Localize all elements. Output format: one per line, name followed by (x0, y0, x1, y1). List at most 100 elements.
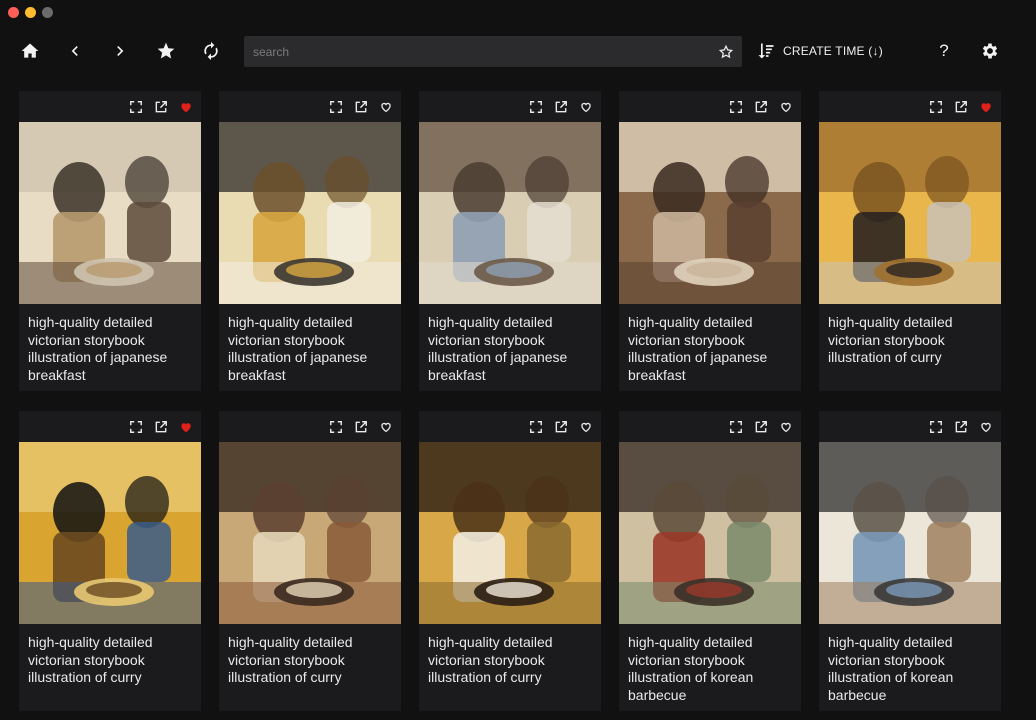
heart-icon (981, 103, 991, 113)
toolbar: CREATE TIME (↓) ? (0, 34, 1036, 70)
open-external-button[interactable] (753, 419, 769, 435)
save-search-button[interactable] (716, 42, 736, 62)
favorites-button[interactable] (150, 34, 182, 68)
heart-icon (781, 422, 791, 433)
image-caption: high-quality detailed victorian storyboo… (628, 634, 754, 703)
card-actions (619, 91, 801, 122)
favorite-button[interactable] (778, 419, 794, 435)
fullscreen-button[interactable] (328, 419, 344, 435)
window-titlebar (0, 0, 1036, 24)
generated-image[interactable] (419, 442, 601, 624)
open-external-button[interactable] (953, 419, 969, 435)
generated-image[interactable] (419, 122, 601, 304)
star-icon (157, 42, 175, 59)
favorite-button[interactable] (578, 99, 594, 115)
favorite-button[interactable] (178, 99, 194, 115)
fullscreen-button[interactable] (728, 99, 744, 115)
heart-icon (981, 422, 991, 433)
open-external-icon (355, 101, 367, 113)
open-external-button[interactable] (153, 99, 169, 115)
back-button[interactable] (59, 34, 91, 68)
gear-icon (982, 43, 998, 59)
refresh-button[interactable] (195, 34, 227, 68)
fullscreen-icon (930, 101, 942, 113)
image-card[interactable]: high-quality detailed victorian storyboo… (819, 91, 1001, 391)
card-actions (819, 91, 1001, 122)
generated-image[interactable] (619, 122, 801, 304)
fullscreen-icon (130, 421, 142, 433)
favorite-button[interactable] (378, 419, 394, 435)
help-button[interactable]: ? (930, 34, 958, 68)
heart-icon (181, 423, 191, 433)
illustration-thumbnail (619, 122, 801, 304)
card-actions (219, 91, 401, 122)
heart-icon (781, 102, 791, 113)
open-external-icon (955, 101, 967, 113)
card-actions (219, 411, 401, 442)
fullscreen-button[interactable] (328, 99, 344, 115)
fullscreen-button[interactable] (528, 419, 544, 435)
generated-image[interactable] (819, 442, 1001, 624)
fullscreen-button[interactable] (128, 99, 144, 115)
heart-icon (181, 103, 191, 113)
heart-icon (581, 422, 591, 433)
forward-button[interactable] (104, 34, 136, 68)
search-input[interactable] (244, 36, 704, 67)
open-external-button[interactable] (953, 99, 969, 115)
fullscreen-button[interactable] (528, 99, 544, 115)
favorite-button[interactable] (978, 419, 994, 435)
generated-image[interactable] (819, 122, 1001, 304)
minimize-window-button[interactable] (25, 7, 36, 18)
image-card[interactable]: high-quality detailed victorian storyboo… (19, 411, 201, 711)
illustration-thumbnail (819, 122, 1001, 304)
illustration-thumbnail (419, 442, 601, 624)
open-external-button[interactable] (553, 99, 569, 115)
image-card[interactable]: high-quality detailed victorian storyboo… (619, 91, 801, 391)
image-card[interactable]: high-quality detailed victorian storyboo… (819, 411, 1001, 711)
image-card[interactable]: high-quality detailed victorian storyboo… (219, 411, 401, 711)
image-card[interactable]: high-quality detailed victorian storyboo… (619, 411, 801, 711)
favorite-button[interactable] (378, 99, 394, 115)
open-external-button[interactable] (353, 419, 369, 435)
fullscreen-button[interactable] (928, 99, 944, 115)
image-caption: high-quality detailed victorian storyboo… (428, 634, 553, 685)
image-card[interactable]: high-quality detailed victorian storyboo… (419, 91, 601, 391)
sort-icon (758, 43, 774, 59)
illustration-thumbnail (219, 122, 401, 304)
open-external-icon (555, 101, 567, 113)
open-external-icon (555, 421, 567, 433)
fullscreen-button[interactable] (128, 419, 144, 435)
card-actions (19, 91, 201, 122)
image-caption: high-quality detailed victorian storyboo… (628, 314, 768, 383)
generated-image[interactable] (219, 122, 401, 304)
home-button[interactable] (14, 34, 46, 68)
sort-button[interactable]: CREATE TIME (↓) (756, 34, 883, 68)
favorite-button[interactable] (578, 419, 594, 435)
generated-image[interactable] (619, 442, 801, 624)
image-card[interactable]: high-quality detailed victorian storyboo… (419, 411, 601, 711)
heart-icon (381, 102, 391, 113)
open-external-button[interactable] (353, 99, 369, 115)
favorite-button[interactable] (778, 99, 794, 115)
open-external-button[interactable] (153, 419, 169, 435)
generated-image[interactable] (19, 122, 201, 304)
chevron-left-icon (71, 46, 78, 56)
card-actions (19, 411, 201, 442)
favorite-button[interactable] (178, 419, 194, 435)
open-external-icon (955, 421, 967, 433)
illustration-thumbnail (419, 122, 601, 304)
generated-image[interactable] (219, 442, 401, 624)
open-external-button[interactable] (753, 99, 769, 115)
zoom-window-button[interactable] (42, 7, 53, 18)
open-external-icon (755, 101, 767, 113)
open-external-button[interactable] (553, 419, 569, 435)
fullscreen-button[interactable] (728, 419, 744, 435)
heart-icon (381, 422, 391, 433)
image-card[interactable]: high-quality detailed victorian storyboo… (219, 91, 401, 391)
settings-button[interactable] (974, 34, 1006, 68)
close-window-button[interactable] (8, 7, 19, 18)
generated-image[interactable] (19, 442, 201, 624)
fullscreen-button[interactable] (928, 419, 944, 435)
favorite-button[interactable] (978, 99, 994, 115)
image-card[interactable]: high-quality detailed victorian storyboo… (19, 91, 201, 391)
